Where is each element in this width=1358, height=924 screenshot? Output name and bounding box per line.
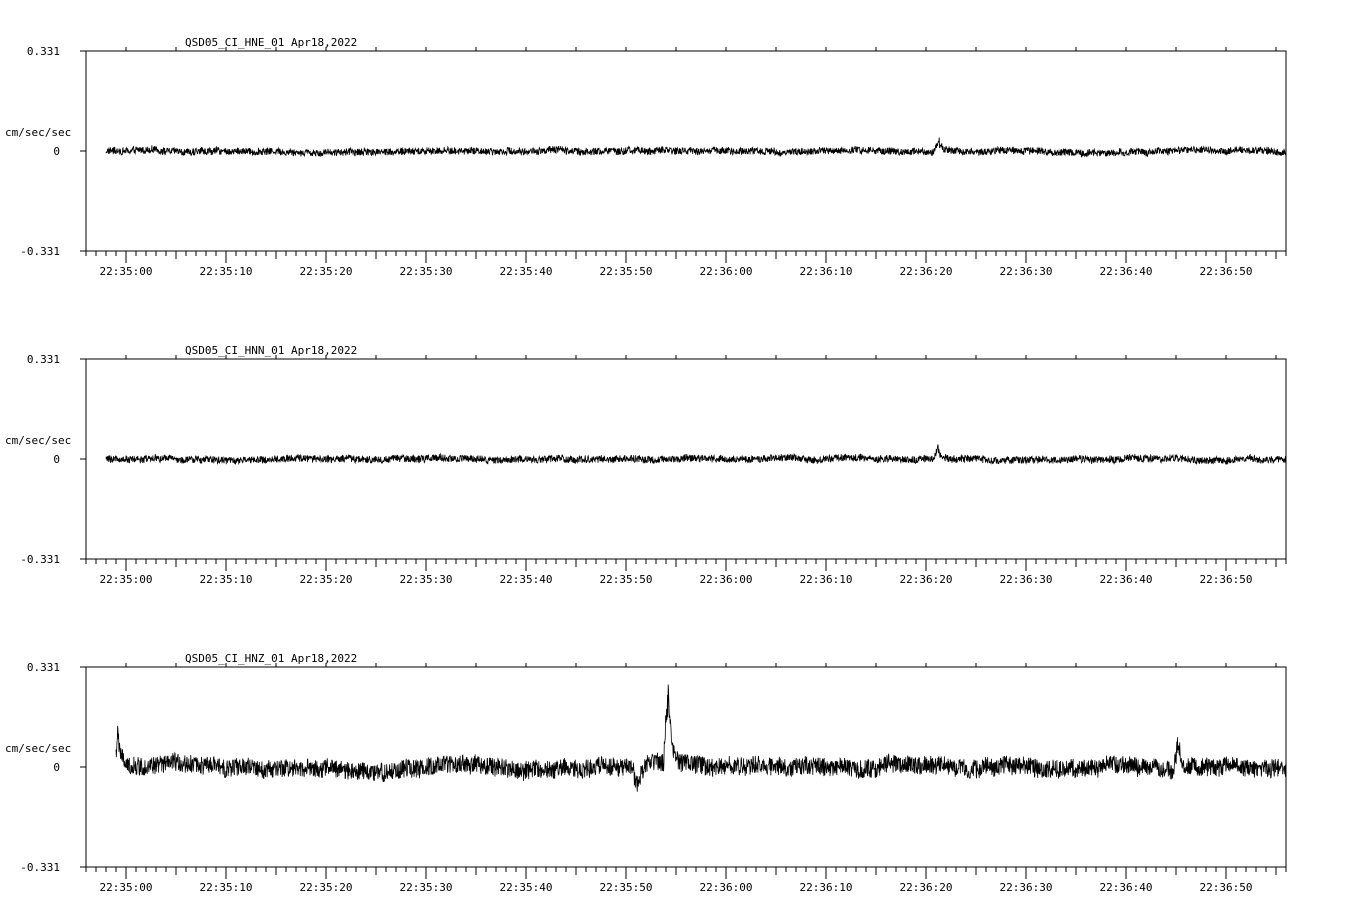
- y-tick-label: 0.331: [27, 353, 60, 366]
- panel-title: QSD05_CI_HNZ_01 Apr18,2022: [185, 652, 357, 665]
- y-axis-label: cm/sec/sec: [5, 434, 71, 447]
- x-tick-label: 22:35:50: [600, 881, 653, 894]
- x-tick-label: 22:36:40: [1100, 881, 1153, 894]
- y-tick-label: 0.331: [27, 45, 60, 58]
- x-tick-label: 22:36:10: [800, 881, 853, 894]
- x-tick-label: 22:35:30: [400, 265, 453, 278]
- x-tick-label: 22:36:40: [1100, 265, 1153, 278]
- x-tick-label: 22:35:10: [200, 881, 253, 894]
- panel-title: QSD05_CI_HNE_01 Apr18,2022: [185, 36, 357, 49]
- panel-2: QSD05_CI_HNZ_01 Apr18,2022 0.331 0 -0.331 cm…: [5, 652, 1287, 894]
- y-tick-label: 0: [53, 761, 60, 774]
- y-tick-label: 0: [53, 453, 60, 466]
- x-tick-label: 22:36:20: [900, 881, 953, 894]
- panel-0: QSD05_CI_HNE_01 Apr18,2022 0.331 0 -0.331 cm…: [5, 36, 1287, 278]
- waveform-trace: [105, 444, 1287, 465]
- x-tick-label: 22:35:30: [400, 573, 453, 586]
- y-tick-label: -0.331: [20, 861, 60, 874]
- x-tick-label: 22:36:40: [1100, 573, 1153, 586]
- panel-title: QSD05_CI_HNN_01 Apr18,2022: [185, 344, 357, 357]
- y-tick-label: -0.331: [20, 553, 60, 566]
- x-tick-label: 22:36:30: [1000, 881, 1053, 894]
- x-tick-label: 22:36:00: [700, 573, 753, 586]
- x-tick-label: 22:35:20: [300, 881, 353, 894]
- x-tick-label: 22:36:50: [1200, 265, 1253, 278]
- x-tick-label: 22:36:50: [1200, 573, 1253, 586]
- x-tick-label: 22:35:20: [300, 265, 353, 278]
- seismogram-figure: QSD05_CI_HNE_01 Apr18,2022 0.331 0 -0.331 cm…: [5, 36, 1287, 894]
- waveform-trace: [105, 137, 1287, 158]
- x-tick-label: 22:35:30: [400, 881, 453, 894]
- x-tick-label: 22:36:30: [1000, 573, 1053, 586]
- x-tick-label: 22:36:00: [700, 881, 753, 894]
- y-tick-label: 0.331: [27, 661, 60, 674]
- y-tick-label: -0.331: [20, 245, 60, 258]
- x-tick-label: 22:36:10: [800, 573, 853, 586]
- x-tick-label: 22:35:00: [100, 881, 153, 894]
- x-tick-label: 22:36:10: [800, 265, 853, 278]
- x-tick-label: 22:36:00: [700, 265, 753, 278]
- x-tick-label: 22:36:20: [900, 265, 953, 278]
- x-tick-label: 22:35:40: [500, 573, 553, 586]
- x-tick-label: 22:35:00: [100, 265, 153, 278]
- x-tick-label: 22:35:50: [600, 573, 653, 586]
- x-tick-label: 22:35:40: [500, 265, 553, 278]
- y-axis-label: cm/sec/sec: [5, 126, 71, 139]
- x-tick-label: 22:36:20: [900, 573, 953, 586]
- waveform-trace: [115, 684, 1287, 792]
- x-tick-label: 22:35:10: [200, 265, 253, 278]
- x-tick-label: 22:35:40: [500, 881, 553, 894]
- y-tick-label: 0: [53, 145, 60, 158]
- x-tick-label: 22:35:20: [300, 573, 353, 586]
- x-tick-label: 22:36:30: [1000, 265, 1053, 278]
- y-axis-label: cm/sec/sec: [5, 742, 71, 755]
- panel-1: QSD05_CI_HNN_01 Apr18,2022 0.331 0 -0.331 cm…: [5, 344, 1287, 586]
- x-tick-label: 22:35:50: [600, 265, 653, 278]
- x-tick-label: 22:35:10: [200, 573, 253, 586]
- x-tick-label: 22:36:50: [1200, 881, 1253, 894]
- x-tick-label: 22:35:00: [100, 573, 153, 586]
